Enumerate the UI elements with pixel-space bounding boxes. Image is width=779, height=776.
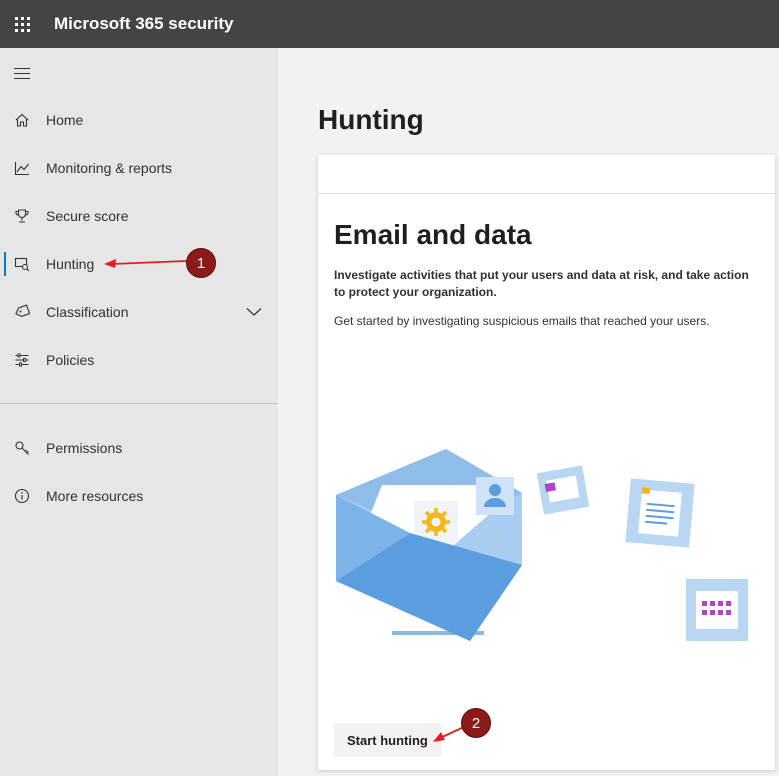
sidebar-item-label: Permissions (46, 440, 123, 456)
sidebar: Home Monitoring & reports Secure score H… (0, 48, 278, 776)
hamburger-menu-icon[interactable] (14, 68, 30, 83)
sidebar-divider (0, 403, 278, 404)
tag-icon (12, 302, 32, 322)
hunting-icon (12, 254, 32, 274)
email-illustration (330, 445, 760, 650)
sidebar-item-label: Classification (46, 304, 129, 320)
sidebar-item-label: Monitoring & reports (46, 160, 173, 176)
email-and-data-card: Email and data Investigate activities th… (318, 155, 775, 770)
waffle-icon (14, 16, 30, 32)
sidebar-item-classification[interactable]: Classification (0, 292, 278, 332)
trophy-icon (12, 206, 32, 226)
sidebar-item-label: More resources (46, 488, 144, 504)
sidebar-item-home[interactable]: Home (0, 100, 278, 140)
sidebar-item-monitoring-reports[interactable]: Monitoring & reports (0, 148, 278, 188)
sliders-icon (12, 350, 32, 370)
sidebar-item-label: Secure score (46, 208, 129, 224)
sidebar-item-more-resources[interactable]: More resources (0, 476, 278, 516)
chart-icon (12, 158, 32, 178)
sidebar-item-label: Policies (46, 352, 95, 368)
home-icon (12, 110, 32, 130)
card-description: Investigate activities that put your use… (334, 268, 749, 299)
key-icon (12, 438, 32, 458)
page-title: Hunting (318, 104, 424, 135)
sidebar-item-label: Home (46, 112, 84, 128)
top-bar: Microsoft 365 security (0, 0, 779, 48)
sidebar-item-hunting[interactable]: Hunting (0, 244, 278, 284)
card-subtext: Get started by investigating suspicious … (334, 314, 710, 328)
gear-icon (422, 508, 450, 536)
annotation-marker-2: 2 (461, 708, 491, 738)
annotation-marker-1: 1 (186, 248, 216, 278)
app-title[interactable]: Microsoft 365 security (54, 14, 234, 34)
app-launcher-button[interactable] (0, 0, 44, 48)
info-icon (12, 486, 32, 506)
card-heading: Email and data (334, 219, 532, 250)
sidebar-item-secure-score[interactable]: Secure score (0, 196, 278, 236)
sidebar-item-permissions[interactable]: Permissions (0, 428, 278, 468)
start-hunting-button[interactable]: Start hunting (334, 723, 441, 757)
sidebar-item-policies[interactable]: Policies (0, 340, 278, 380)
sidebar-item-label: Hunting (46, 256, 95, 272)
card-divider (318, 193, 775, 194)
chevron-down-icon[interactable] (246, 304, 262, 322)
